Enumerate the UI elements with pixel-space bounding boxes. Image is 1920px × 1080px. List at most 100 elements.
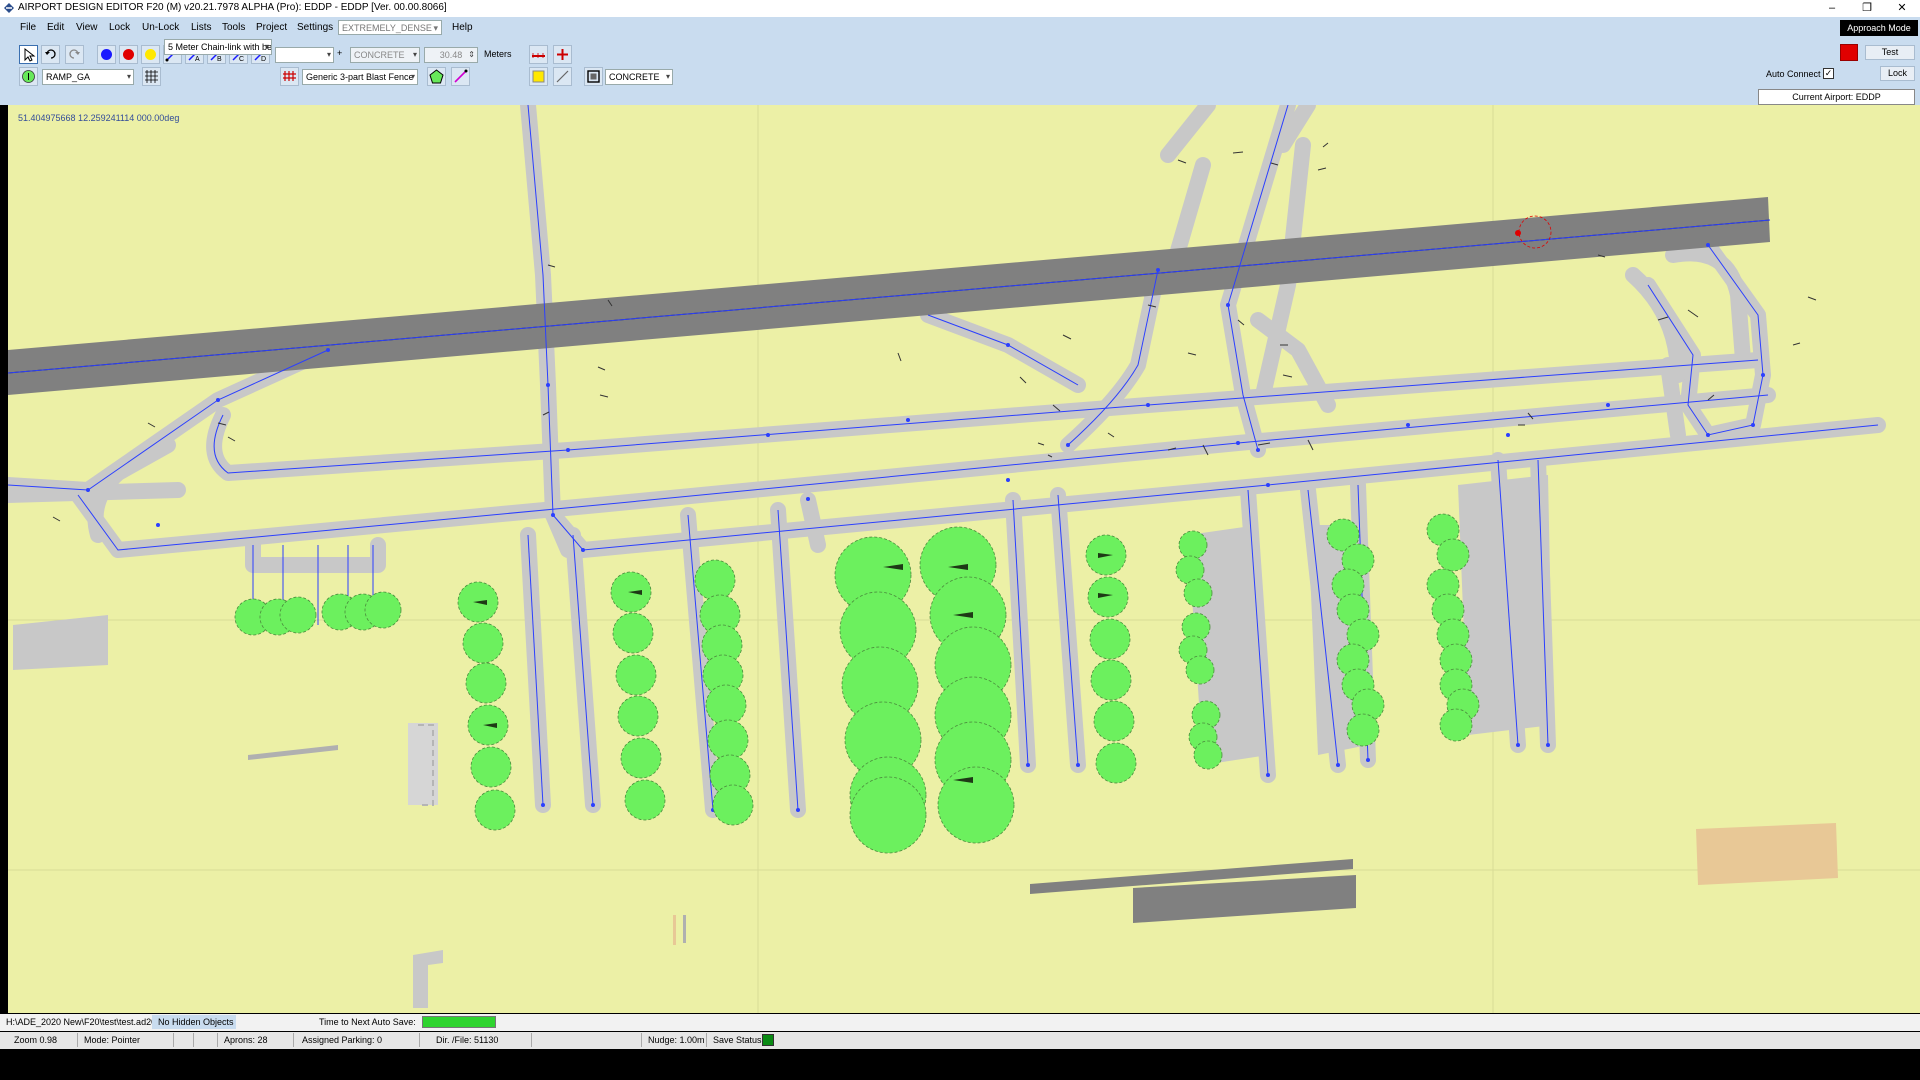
line-draw-tool-button[interactable] <box>451 67 470 86</box>
red-node-tool-button[interactable] <box>119 45 138 64</box>
undo-button[interactable] <box>41 45 60 64</box>
zoom-status: Zoom 0.98 <box>8 1033 78 1047</box>
auto-connect-label: Auto Connect <box>1766 69 1821 79</box>
chain-fence-icon <box>145 70 158 83</box>
taxi-name-select[interactable]: ▾ <box>275 47 334 63</box>
app-logo-icon <box>4 3 14 13</box>
yellow-node-icon <box>145 49 156 60</box>
width-value: 30.48 <box>439 50 463 60</box>
svg-text:D: D <box>261 56 266 63</box>
menu-lists[interactable]: Lists <box>191 22 212 33</box>
menu-tools[interactable]: Tools <box>222 22 245 33</box>
apron-tool-button[interactable] <box>584 67 603 86</box>
magenta-line-icon <box>454 69 468 83</box>
dir-file-status: Dir. /File: 51130 <box>420 1033 532 1047</box>
menu-project[interactable]: Project <box>256 22 287 33</box>
fence-type-value: 5 Meter Chain-link with be <box>168 42 272 52</box>
ramp-tool-button[interactable] <box>19 67 38 86</box>
ramp-icon <box>22 70 35 83</box>
empty-status-cell <box>532 1033 642 1047</box>
sand-area <box>1696 823 1838 885</box>
chevron-down-icon: ▾ <box>412 50 417 59</box>
surface-select[interactable]: CONCRETE ▾ <box>605 69 673 85</box>
approach-mode-button[interactable]: Approach Mode <box>1840 20 1918 36</box>
chevron-down-icon: ▾ <box>665 72 670 81</box>
autosave-progress-bar <box>422 1016 496 1028</box>
undo-icon <box>45 49 56 59</box>
blast-fence-icon <box>283 71 296 81</box>
save-status-label: Save Status: <box>713 1035 765 1045</box>
blast-fence-select[interactable]: Generic 3-part Blast Fence ▾ <box>302 69 418 85</box>
fence-type-select[interactable]: 5 Meter Chain-link with be ▾ <box>164 39 272 55</box>
bottom-border <box>0 1049 1920 1080</box>
svg-text:A: A <box>195 56 200 63</box>
menu-unlock[interactable]: Un-Lock <box>142 22 179 33</box>
blast-fence-value: Generic 3-part Blast Fence <box>306 72 414 82</box>
nudge-status: Nudge: 1.00m <box>642 1033 707 1047</box>
yellow-square-icon <box>532 70 545 83</box>
stepper-arrows-icon[interactable]: ⇕ <box>468 48 475 62</box>
yellow-node-tool-button[interactable] <box>141 45 160 64</box>
density-value: EXTREMELY_DENSE <box>342 23 432 33</box>
add-marker-button[interactable] <box>553 45 572 64</box>
blast-fence-tool-button[interactable] <box>280 67 299 86</box>
file-path: H:\ADE_2020 New\F20\test\test.ad20 <box>6 1017 157 1027</box>
menu-settings[interactable]: Settings <box>297 22 333 33</box>
airport-map[interactable] <box>8 105 1920 1013</box>
blue-node-tool-button[interactable] <box>97 45 116 64</box>
chevron-down-icon: ▾ <box>433 23 438 33</box>
mode-status: Mode: Pointer <box>78 1033 174 1047</box>
hidden-objects-label[interactable]: No Hidden Objects <box>152 1015 236 1029</box>
redo-button[interactable] <box>65 45 84 64</box>
menu-lock[interactable]: Lock <box>109 22 130 33</box>
menu-file[interactable]: File <box>20 22 36 33</box>
status-bar-bottom: Zoom 0.98 Mode: Pointer Aprons: 28 Assig… <box>0 1032 1920 1049</box>
width-stepper[interactable]: 30.48 ⇕ <box>424 47 478 63</box>
apron-icon <box>587 70 600 83</box>
empty-status-cell <box>174 1033 194 1047</box>
chevron-down-icon: ▾ <box>126 72 131 81</box>
red-node-icon <box>123 49 134 60</box>
red-plus-icon <box>557 49 568 60</box>
service-road <box>248 745 338 760</box>
diagonal-line-icon <box>556 70 569 83</box>
plus-icon[interactable]: + <box>337 48 342 58</box>
runway-tool-button[interactable] <box>529 45 548 64</box>
redo-icon <box>69 49 80 59</box>
edge-line-tool-button[interactable] <box>553 67 572 86</box>
test-button[interactable]: Test <box>1865 45 1915 60</box>
autosave-progress-fill <box>423 1017 495 1027</box>
blue-node-icon <box>101 49 112 60</box>
yellow-fill-tool-button[interactable] <box>529 67 548 86</box>
save-status-indicator <box>762 1034 774 1046</box>
ramp-type-select[interactable]: RAMP_GA ▾ <box>42 69 134 85</box>
width-unit-label: Meters <box>484 49 512 59</box>
surface-disabled-value: CONCRETE <box>354 50 405 60</box>
auto-connect-checkbox[interactable]: ✓ <box>1823 68 1834 79</box>
svg-text:B: B <box>217 56 222 63</box>
chevron-down-icon: ▾ <box>264 42 269 51</box>
fence-tool-button[interactable] <box>142 67 161 86</box>
aprons-status: Aprons: 28 <box>218 1033 294 1047</box>
polygon-icon <box>429 69 444 84</box>
menu-help[interactable]: Help <box>452 22 473 33</box>
minimize-button[interactable]: – <box>1815 0 1849 17</box>
menu-view[interactable]: View <box>76 22 98 33</box>
autosave-label: Time to Next Auto Save: <box>319 1017 416 1027</box>
status-bar-top: H:\ADE_2020 New\F20\test\test.ad20 No Hi… <box>0 1014 1920 1031</box>
current-airport-label: Current Airport: EDDP <box>1758 89 1915 105</box>
runway-icon <box>532 53 545 58</box>
map-canvas[interactable]: 51.404975668 12.259241114 000.00deg <box>8 105 1920 1013</box>
chevron-down-icon: ▾ <box>410 72 415 81</box>
title-bar: AIRPORT DESIGN EDITOR F20 (M) v20.21.797… <box>0 0 1920 17</box>
empty-status-cell <box>194 1033 218 1047</box>
menu-edit[interactable]: Edit <box>47 22 64 33</box>
density-select[interactable]: EXTREMELY_DENSE ▾ <box>338 20 442 35</box>
lock-button[interactable]: Lock <box>1880 66 1915 81</box>
pointer-tool-button[interactable] <box>19 45 38 64</box>
polygon-tool-button[interactable] <box>427 67 446 86</box>
close-button[interactable]: ✕ <box>1885 0 1919 17</box>
checkmark-icon: ✓ <box>1824 68 1833 78</box>
toolbar: A B C D ▾ + CONCRETE ▾ 30.48 ⇕ Meters RAMP… <box>0 39 1920 105</box>
restore-button[interactable]: ❐ <box>1850 0 1884 17</box>
